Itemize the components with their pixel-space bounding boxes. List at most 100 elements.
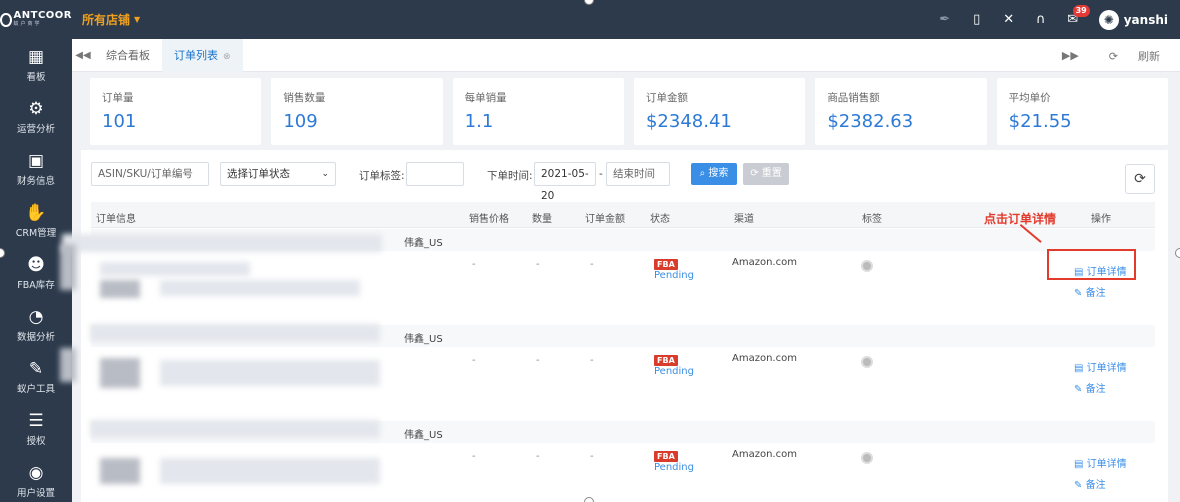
headset-icon[interactable]: ∩ [1025, 12, 1057, 27]
status-text: Pending [654, 366, 694, 377]
handshake-icon: ✋ [25, 203, 47, 223]
dashboard-icon: ▦ [27, 47, 45, 67]
stat-label: 订单量 [102, 92, 134, 104]
stat-label: 订单金额 [645, 92, 688, 104]
search-button-label: 搜索 [708, 168, 729, 179]
sidebar-item-label: FBA库存 [17, 280, 55, 291]
redacted-product-meta [160, 458, 380, 484]
col-qty: 数量 [532, 214, 552, 225]
order-qty: - [536, 355, 540, 366]
close-icon[interactable]: ⊗ [223, 52, 231, 62]
tools-icon: ✎ [28, 359, 44, 379]
tab-scroll-right-icon[interactable]: ▶▶ [1052, 49, 1089, 62]
stat-value: 101 [102, 111, 137, 132]
stat-value: $21.55 [1008, 111, 1072, 132]
search-button[interactable]: ⌕ 搜索 [691, 163, 737, 185]
end-date-placeholder: 结束时间 [613, 168, 655, 180]
time-filter-label: 下单时间: [487, 170, 533, 182]
search-input[interactable]: ASIN/SKU/订单编号 [91, 162, 209, 186]
tab-label: 订单列表 [174, 48, 218, 62]
edit-icon: ✎ [1074, 384, 1083, 395]
stat-value: $2382.63 [827, 111, 914, 132]
fba-badge: FBA [654, 259, 678, 270]
sidebar-item-user-settings[interactable]: ◉ 用户设置 [0, 455, 72, 502]
mail-icon[interactable]: ✉ 39 [1057, 5, 1090, 27]
brand-logo[interactable]: ANTCOOR 蚁户商学 [0, 0, 72, 39]
stat-value: 1.1 [464, 111, 494, 132]
fullscreen-icon[interactable]: ✕ [993, 12, 1025, 27]
stat-value: 109 [283, 111, 318, 132]
tag-filter-label: 订单标签: [359, 170, 405, 182]
sidebar-item-label: 财务信息 [16, 176, 55, 187]
money-icon: ▣ [27, 151, 45, 171]
sidebar-item-label: CRM管理 [15, 228, 57, 239]
order-status: FBA Pending [654, 355, 694, 377]
order-note-label: 备注 [1085, 480, 1106, 491]
order-note-link[interactable]: ✎ 备注 [1074, 284, 1106, 299]
sidebar-item-operations[interactable]: ⚙ 运营分析 [0, 91, 72, 143]
sidebar-item-finance[interactable]: ▣ 财务信息 [0, 143, 72, 195]
order-status-select[interactable]: 选择订单状态 ⌄ [220, 162, 336, 186]
col-channel: 渠道 [734, 214, 754, 225]
order-channel: Amazon.com [732, 353, 797, 364]
resize-handle [1175, 248, 1180, 258]
tag-input[interactable] [406, 162, 464, 186]
sidebar-item-dashboard[interactable]: ▦ 看板 [0, 39, 72, 91]
sidebar-item-label: 蚁户工具 [16, 384, 55, 395]
col-amount: 订单金额 [585, 214, 625, 225]
top-bar: ANTCOOR 蚁户商学 所有店铺 ▼ ✒ ▯ ✕ ∩ ✉ 39 ✺ yanshi [0, 0, 1180, 39]
order-channel: Amazon.com [732, 449, 797, 460]
order-amount: - [590, 451, 594, 462]
col-actions: 操作 [1091, 214, 1111, 225]
refresh-icon: ⟳ [1108, 49, 1118, 63]
status-text: Pending [654, 270, 694, 281]
sidebar-item-auth[interactable]: ☰ 授权 [0, 403, 72, 455]
order-note-link[interactable]: ✎ 备注 [1074, 380, 1106, 395]
user-icon: ◉ [28, 463, 44, 483]
order-shop: 伟鑫_US [404, 334, 443, 345]
stat-label: 销售数量 [283, 92, 326, 104]
edit-icon: ✎ [1074, 288, 1083, 299]
mobile-icon[interactable]: ▯ [961, 12, 993, 27]
stat-value: $2348.41 [645, 111, 732, 132]
store-selector[interactable]: 所有店铺 ▼ [82, 11, 140, 28]
redacted-order-info [90, 420, 380, 438]
tag-icon[interactable] [861, 356, 873, 368]
start-date-input[interactable]: 2021-05-20 [534, 162, 596, 202]
order-price: - [472, 355, 476, 366]
order-amount: - [590, 259, 594, 270]
tag-icon[interactable] [861, 452, 873, 464]
sidebar-item-label: 用户设置 [16, 488, 55, 499]
refresh-button[interactable]: ⟳ [1125, 164, 1155, 194]
reset-button[interactable]: ⟳ 重置 [743, 163, 789, 185]
tab-refresh-button[interactable]: ⟳ 刷新 [1089, 48, 1180, 64]
tab-scroll-left-icon[interactable]: ◀◀ [72, 50, 94, 61]
col-price: 销售价格 [469, 214, 509, 225]
order-detail-link[interactable]: ▤ 订单详情 [1074, 455, 1127, 470]
redacted-order-info [62, 234, 382, 252]
brand-sub: 蚁户商学 [13, 20, 42, 27]
stat-card-order-amount: 订单金额 $2348.41 [633, 78, 806, 145]
username: yanshi [1123, 12, 1168, 27]
stat-label: 商品销售额 [827, 92, 880, 104]
tab-order-list[interactable]: 订单列表 ⊗ [162, 38, 243, 72]
stat-label: 每单销量 [464, 92, 507, 104]
stat-label: 平均单价 [1008, 92, 1051, 104]
fba-badge: FBA [654, 451, 678, 462]
user-menu[interactable]: ✺ yanshi [1098, 9, 1168, 30]
avatar: ✺ [1098, 9, 1119, 30]
order-detail-link[interactable]: ▤ 订单详情 [1074, 359, 1127, 374]
redacted-order-info [90, 324, 380, 342]
tab-dashboard[interactable]: 综合看板 [94, 39, 162, 72]
end-date-input[interactable]: 结束时间 [606, 162, 670, 186]
filter-bar: ASIN/SKU/订单编号 选择订单状态 ⌄ 订单标签: 下单时间: 2021-0… [91, 162, 1161, 202]
sidebar-item-data[interactable]: ◔ 数据分析 [0, 299, 72, 351]
order-amount: - [590, 355, 594, 366]
store-selector-label: 所有店铺 [82, 13, 131, 27]
tag-icon[interactable] [861, 260, 873, 272]
pin-icon[interactable]: ✒ [929, 12, 961, 27]
detail-icon: ▤ [1074, 363, 1084, 374]
order-note-link[interactable]: ✎ 备注 [1074, 476, 1106, 491]
sidebar-item-label: 看板 [26, 72, 46, 83]
stats-row: 订单量 101 销售数量 109 每单销量 1.1 订单金额 $2348.41 商品销售… [90, 78, 1168, 145]
